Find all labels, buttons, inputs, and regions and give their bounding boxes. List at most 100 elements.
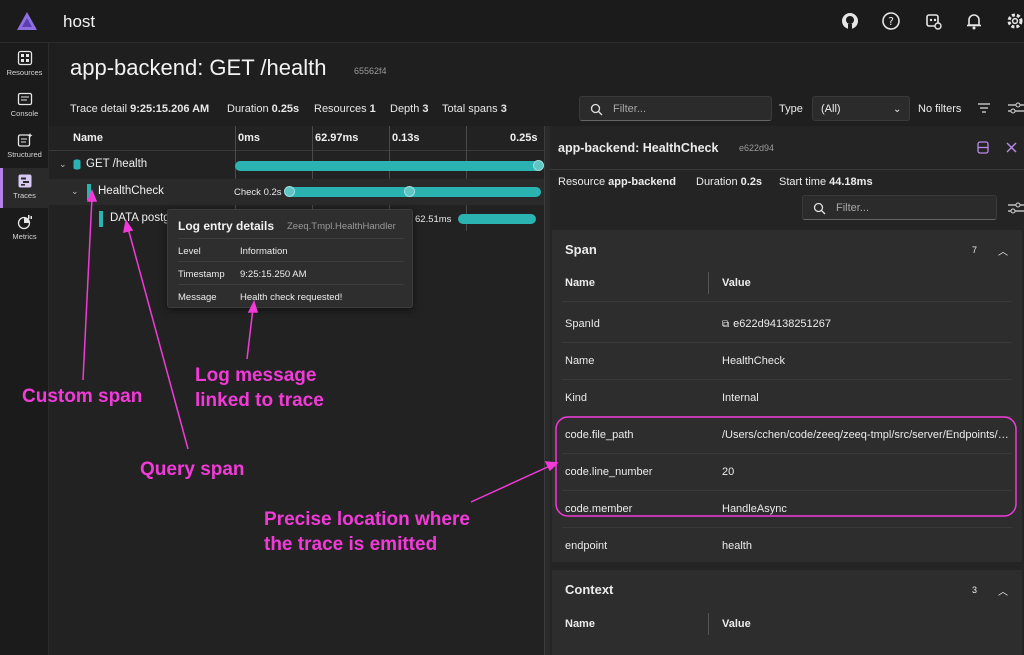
property-row[interactable]: code.member HandleAsync <box>562 491 1012 528</box>
properties-header: Name Value <box>562 265 1012 302</box>
total-spans-label: Total spans <box>442 103 498 115</box>
chevron-up-icon[interactable]: ︿ <box>998 243 1008 258</box>
total-spans-meta: Total spans 3 <box>442 103 507 115</box>
nav-item-console[interactable]: Console <box>0 86 49 126</box>
chevron-down-icon[interactable]: ⌄ <box>71 186 79 197</box>
column-separator <box>708 272 709 294</box>
filter-placeholder: Filter... <box>836 202 870 214</box>
tooltip-value: Health check requested! <box>240 292 343 303</box>
resource-label: Resource <box>558 176 606 188</box>
span-name: DATA postg <box>110 212 170 224</box>
chevron-down-icon[interactable]: ⌄ <box>59 159 67 170</box>
duration-value: 0.25s <box>271 103 300 115</box>
property-row[interactable]: code.line_number 20 <box>562 454 1012 491</box>
type-select[interactable]: (All) ⌄ <box>812 96 910 121</box>
annotation-query-span: Query span <box>140 459 245 480</box>
property-row[interactable]: Name HealthCheck <box>562 343 1012 380</box>
settings-gear-icon[interactable] <box>1005 11 1024 31</box>
duration-value: 0.2s <box>740 176 763 188</box>
github-icon[interactable] <box>840 11 860 31</box>
depth-label: Depth <box>390 103 420 115</box>
tooltip-title: Log entry details <box>178 219 275 233</box>
no-filters-label: No filters <box>918 103 962 115</box>
nav-item-metrics[interactable]: Metrics <box>0 209 49 249</box>
tooltip-row-timestamp: Timestamp 9:25:15.250 AM <box>178 261 404 284</box>
name-column-header: Name <box>565 618 595 630</box>
property-value: 20 <box>722 466 735 478</box>
property-name: code.file_path <box>565 429 634 441</box>
copy-icon[interactable]: ⧉ <box>722 319 729 330</box>
filter-lines-icon[interactable] <box>977 102 991 114</box>
property-row[interactable]: code.file_path /Users/cchen/code/zeeq/ze… <box>562 417 1012 454</box>
sliders-icon[interactable] <box>1008 201 1024 215</box>
log-marker[interactable] <box>284 186 295 197</box>
span-row-healthcheck[interactable]: ⌄ HealthCheck Check 0.2s <box>49 179 544 205</box>
aspire-logo-icon[interactable] <box>16 11 38 31</box>
span-filter-input[interactable]: Filter... <box>802 195 997 220</box>
nav-label: Metrics <box>12 232 37 241</box>
duration-label: Duration <box>696 176 738 188</box>
property-row[interactable]: SpanId ⧉ e622d94138251267 <box>562 306 1012 343</box>
start-time-label: Start time <box>779 176 827 188</box>
start-time-meta: Start time 44.18ms <box>779 176 873 188</box>
nav-label: Resources <box>6 68 43 77</box>
tooltip-key: Level <box>178 246 201 257</box>
tooltip-value: Information <box>240 246 288 257</box>
log-marker[interactable] <box>404 186 415 197</box>
annotation-log-message-line2: linked to trace <box>195 390 324 411</box>
span-bar[interactable] <box>458 214 536 224</box>
tooltip-key: Message <box>178 292 217 303</box>
span-detail-panel: app-backend: HealthCheck e622d94 Resourc… <box>550 126 1024 655</box>
nav-label: Traces <box>13 191 36 200</box>
log-marker[interactable] <box>533 160 544 171</box>
property-name: Name <box>565 355 595 367</box>
section-title: Span <box>565 242 597 257</box>
notifications-bell-icon[interactable] <box>964 11 984 31</box>
nav-item-structured[interactable]: Structured <box>0 127 49 167</box>
nav-item-traces[interactable]: Traces <box>0 168 49 208</box>
trace-detail-meta: Trace detail 9:25:15.206 AM <box>70 103 209 115</box>
property-name: endpoint <box>565 540 608 552</box>
help-icon[interactable]: ? <box>881 11 901 31</box>
context-section: Context 3 ︿ Name Value <box>552 570 1022 655</box>
tick-label: 62.97ms <box>315 132 359 144</box>
section-count: 7 <box>972 245 978 255</box>
property-value: health <box>722 540 752 552</box>
property-value: HandleAsync <box>722 503 787 515</box>
property-name: code.line_number <box>565 466 653 478</box>
trace-detail-label: Trace detail <box>70 103 128 115</box>
sliders-icon[interactable] <box>1008 101 1024 115</box>
resource-value: app-backend <box>608 176 676 188</box>
property-value: Internal <box>722 392 759 404</box>
tooltip-row-message: Message Health check requested! <box>178 284 404 307</box>
span-bar[interactable] <box>235 161 541 171</box>
bot-settings-icon[interactable] <box>923 11 943 31</box>
property-row[interactable]: endpoint health <box>562 528 1012 565</box>
chevron-up-icon[interactable]: ︿ <box>998 583 1008 598</box>
property-row[interactable]: Kind Internal <box>562 380 1012 417</box>
property-value: HealthCheck <box>722 355 785 367</box>
property-name: SpanId <box>565 318 600 330</box>
split-view-icon[interactable] <box>977 141 989 154</box>
type-label: Type <box>779 103 803 115</box>
left-navigation: Resources Console Structured Traces Metr… <box>0 43 49 655</box>
name-column-header: Name <box>73 132 103 144</box>
property-value: ⧉ e622d94138251267 <box>722 318 1012 330</box>
span-row-get-health[interactable]: ⌄ GET /health <box>49 152 544 178</box>
nav-item-resources[interactable]: Resources <box>0 45 49 85</box>
top-bar: host ? <box>0 0 1024 43</box>
page-title: app-backend: GET /health <box>70 55 327 80</box>
span-id-value: e622d94138251267 <box>733 318 832 330</box>
depth-meta: Depth 3 <box>390 103 429 115</box>
database-icon <box>73 159 81 170</box>
property-value: /Users/cchen/code/zeeq/zeeq-tmpl/src/ser… <box>722 429 1012 441</box>
span-color-marker <box>99 211 103 227</box>
close-icon[interactable] <box>1006 142 1017 153</box>
resources-label: Resources <box>314 103 367 115</box>
log-entry-tooltip: Log entry details Zeeq.Tmpl.HealthHandle… <box>167 209 413 308</box>
filter-placeholder: Filter... <box>613 103 647 115</box>
tooltip-key: Timestamp <box>178 269 225 280</box>
trace-filter-input[interactable]: Filter... <box>579 96 772 121</box>
resources-meta: Resources 1 <box>314 103 376 115</box>
value-column-header: Value <box>722 618 751 630</box>
